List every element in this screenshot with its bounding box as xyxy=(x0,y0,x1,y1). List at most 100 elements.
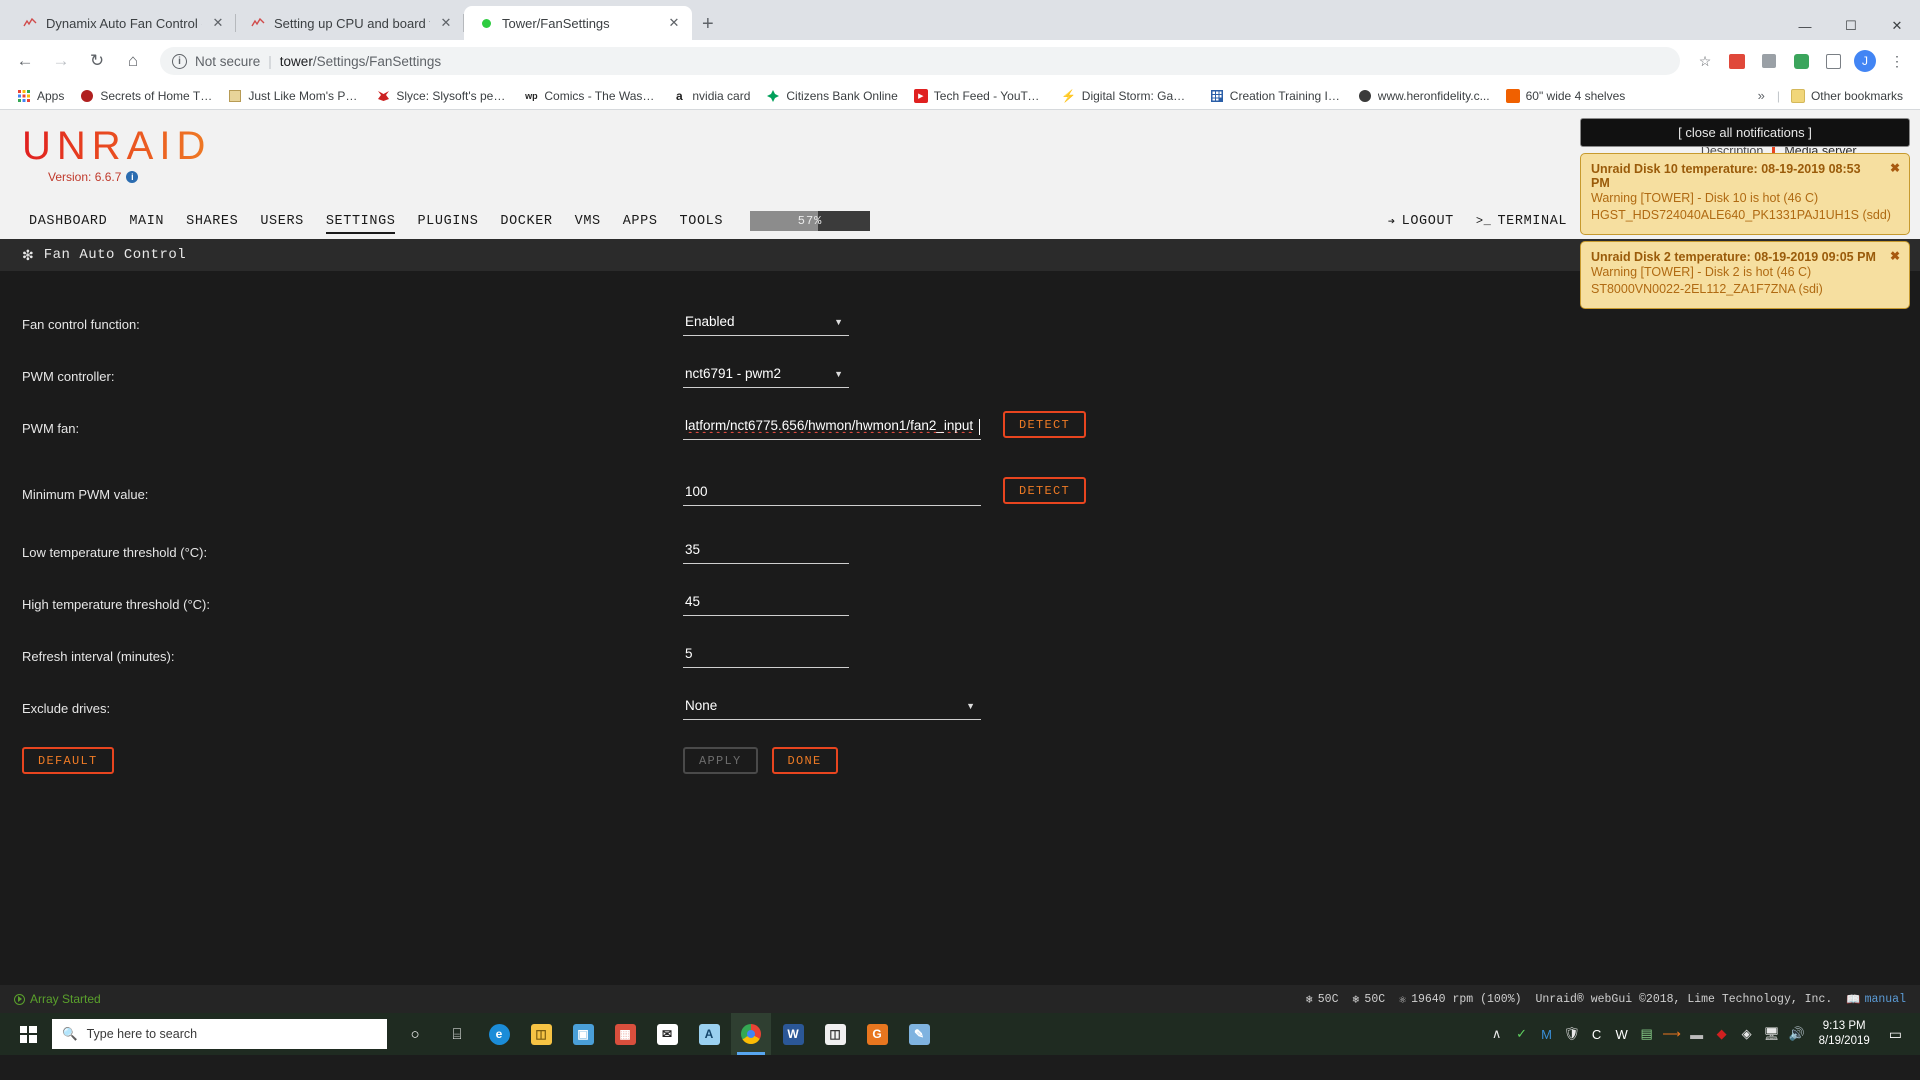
pdf-icon[interactable]: G xyxy=(857,1013,897,1055)
reload-icon[interactable]: ↻ xyxy=(82,46,112,76)
refresh-interval-input[interactable]: 5 xyxy=(683,643,849,668)
extension-icon-4[interactable] xyxy=(1820,48,1846,74)
paint-icon[interactable]: ✎ xyxy=(899,1013,939,1055)
bookmark-60-wide-4-shelves[interactable]: 60" wide 4 shelves xyxy=(1499,86,1633,106)
photos-icon[interactable]: ▣ xyxy=(563,1013,603,1055)
extension-icon-1[interactable] xyxy=(1724,48,1750,74)
profile-avatar[interactable]: J xyxy=(1852,48,1878,74)
bookmark-digital-storm[interactable]: ⚡ Digital Storm: Gami... xyxy=(1055,86,1201,106)
close-icon[interactable]: ✖ xyxy=(1890,249,1900,263)
nav-item-docker[interactable]: DOCKER xyxy=(489,203,563,239)
array-status[interactable]: Array Started xyxy=(14,992,101,1006)
nav-logout[interactable]: ➔ LOGOUT xyxy=(1377,203,1465,239)
word-icon[interactable]: W xyxy=(773,1013,813,1055)
extension-icon-3[interactable] xyxy=(1788,48,1814,74)
exclude-drives-select[interactable]: None xyxy=(683,695,981,720)
chrome-icon[interactable] xyxy=(731,1013,771,1055)
minimum-pwm-value-input[interactable]: 100 xyxy=(683,481,981,506)
nav-item-shares[interactable]: SHARES xyxy=(175,203,249,239)
browser-tab-1[interactable]: Dynamix Auto Fan Control - Sud ✕ xyxy=(8,6,236,40)
notification-item[interactable]: ✖ Unraid Disk 10 temperature: 08-19-2019… xyxy=(1580,153,1910,235)
clock-date: 8/19/2019 xyxy=(1818,1035,1870,1047)
browser-tab-3[interactable]: Tower/FanSettings ✕ xyxy=(464,6,692,40)
notepad-icon[interactable]: A xyxy=(689,1013,729,1055)
pwm-fan-detect-button[interactable]: DETECT xyxy=(1003,411,1087,438)
bookmark-slyce-slysoft[interactable]: Slyce: Slysoft's pen... xyxy=(369,86,515,106)
nav-item-main[interactable]: MAIN xyxy=(118,203,175,239)
calculator-icon[interactable]: ◫ xyxy=(815,1013,855,1055)
green-shield-icon[interactable]: ✓ xyxy=(1511,1013,1533,1055)
nav-item-vms[interactable]: VMS xyxy=(564,203,612,239)
start-button[interactable] xyxy=(4,1013,52,1055)
close-icon[interactable]: ✕ xyxy=(210,15,226,31)
nav-item-tools[interactable]: TOOLS xyxy=(669,203,735,239)
high-temperature-threshold-input[interactable]: 45 xyxy=(683,591,849,616)
action-center-icon[interactable]: ▭ xyxy=(1881,1026,1910,1043)
orange-curve-icon[interactable]: ⟶ xyxy=(1661,1013,1683,1055)
c-app-icon[interactable]: C xyxy=(1586,1013,1608,1055)
close-window-button[interactable]: ✕ xyxy=(1874,18,1920,34)
volume-icon[interactable]: 🔊 xyxy=(1786,1013,1808,1055)
mail-icon[interactable]: ✉ xyxy=(647,1013,687,1055)
close-icon[interactable]: ✖ xyxy=(1890,161,1900,175)
pwm-fan-input[interactable] xyxy=(683,415,981,440)
file-explorer-icon[interactable]: ◫ xyxy=(521,1013,561,1055)
info-icon[interactable]: i xyxy=(172,53,187,69)
minimum-pwm-detect-button[interactable]: DETECT xyxy=(1003,477,1087,504)
browser-tab-2[interactable]: Setting up CPU and board tempe ✕ xyxy=(236,6,464,40)
low-temperature-threshold-input[interactable]: 35 xyxy=(683,539,849,564)
nav-terminal[interactable]: >_ TERMINAL xyxy=(1465,203,1578,239)
fan-control-function-select[interactable]: Enabled xyxy=(683,311,849,336)
bookmark-secrets-of-home-theater[interactable]: Secrets of Home Th... xyxy=(73,86,219,106)
bookmark-comics-washington-post[interactable]: wp Comics - The Washi... xyxy=(517,86,663,106)
close-all-notifications-button[interactable]: [ close all notifications ] xyxy=(1580,118,1910,147)
cortana-icon[interactable]: ○ xyxy=(395,1013,435,1055)
nav-item-apps[interactable]: APPS xyxy=(612,203,669,239)
task-view-icon[interactable]: ⌸ xyxy=(437,1013,477,1055)
server-icon[interactable]: ▤ xyxy=(1636,1013,1658,1055)
show-hidden-icons-button[interactable]: ∧ xyxy=(1486,1013,1508,1055)
network-icon[interactable]: 🖥 xyxy=(1761,1013,1783,1055)
bookmark-apps[interactable]: Apps xyxy=(10,86,71,106)
close-icon[interactable]: ✕ xyxy=(666,15,682,31)
bookmark-just-like-moms-pasta[interactable]: Just Like Mom's Pas... xyxy=(221,86,367,106)
nav-item-plugins[interactable]: PLUGINS xyxy=(406,203,489,239)
new-tab-button[interactable]: + xyxy=(702,14,714,34)
microsoft-store-icon[interactable]: ▦ xyxy=(605,1013,645,1055)
close-icon[interactable]: ✕ xyxy=(438,15,454,31)
pwm-controller-select[interactable]: nct6791 - pwm2 xyxy=(683,363,849,388)
security-shield-icon[interactable]: 🛡 xyxy=(1561,1013,1583,1055)
nav-item-users[interactable]: USERS xyxy=(249,203,315,239)
forward-icon[interactable]: → xyxy=(46,46,76,76)
clapper-icon[interactable]: ▬ xyxy=(1686,1013,1708,1055)
manual-link[interactable]: 📖 manual xyxy=(1846,992,1906,1007)
edge-icon[interactable]: e xyxy=(479,1013,519,1055)
bookmark-nvidia-card[interactable]: a nvidia card xyxy=(665,86,757,106)
back-icon[interactable]: ← xyxy=(10,46,40,76)
other-bookmarks-folder[interactable]: Other bookmarks xyxy=(1784,86,1910,106)
notification-item[interactable]: ✖ Unraid Disk 2 temperature: 08-19-2019 … xyxy=(1580,241,1910,309)
bookmark-creation-training[interactable]: Creation Training In... xyxy=(1203,86,1349,106)
bookmark-citizens-bank-online[interactable]: Citizens Bank Online xyxy=(759,86,904,106)
default-button[interactable]: DEFAULT xyxy=(22,747,114,774)
home-icon[interactable]: ⌂ xyxy=(118,46,148,76)
browser-menu-icon[interactable]: ⋮ xyxy=(1884,48,1910,74)
info-icon[interactable]: i xyxy=(126,171,139,183)
minimize-button[interactable]: — xyxy=(1782,19,1828,34)
bookmarks-overflow-icon[interactable]: » xyxy=(1750,88,1773,103)
bookmark-star-icon[interactable]: ☆ xyxy=(1692,48,1718,74)
malwarebytes-icon[interactable]: M xyxy=(1536,1013,1558,1055)
w-app-icon[interactable]: W xyxy=(1611,1013,1633,1055)
bookmark-heronfidelity[interactable]: www.heronfidelity.c... xyxy=(1351,86,1497,106)
nav-item-dashboard[interactable]: DASHBOARD xyxy=(18,203,118,239)
nav-item-settings[interactable]: SETTINGS xyxy=(315,203,407,239)
bookmark-tech-feed-youtube[interactable]: ▶ Tech Feed - YouTube xyxy=(907,86,1053,106)
address-bar[interactable]: i Not secure | tower/Settings/FanSetting… xyxy=(160,47,1680,75)
taskbar-clock[interactable]: 9:13 PM 8/19/2019 xyxy=(1811,1019,1878,1049)
red-fox-icon[interactable]: ◆ xyxy=(1711,1013,1733,1055)
taskbar-search[interactable]: 🔍 Type here to search xyxy=(52,1019,387,1049)
extension-icon-2[interactable] xyxy=(1756,48,1782,74)
dropbox-icon[interactable]: ◈ xyxy=(1736,1013,1758,1055)
done-button[interactable]: DONE xyxy=(771,747,838,774)
maximize-button[interactable]: ☐ xyxy=(1828,18,1874,34)
